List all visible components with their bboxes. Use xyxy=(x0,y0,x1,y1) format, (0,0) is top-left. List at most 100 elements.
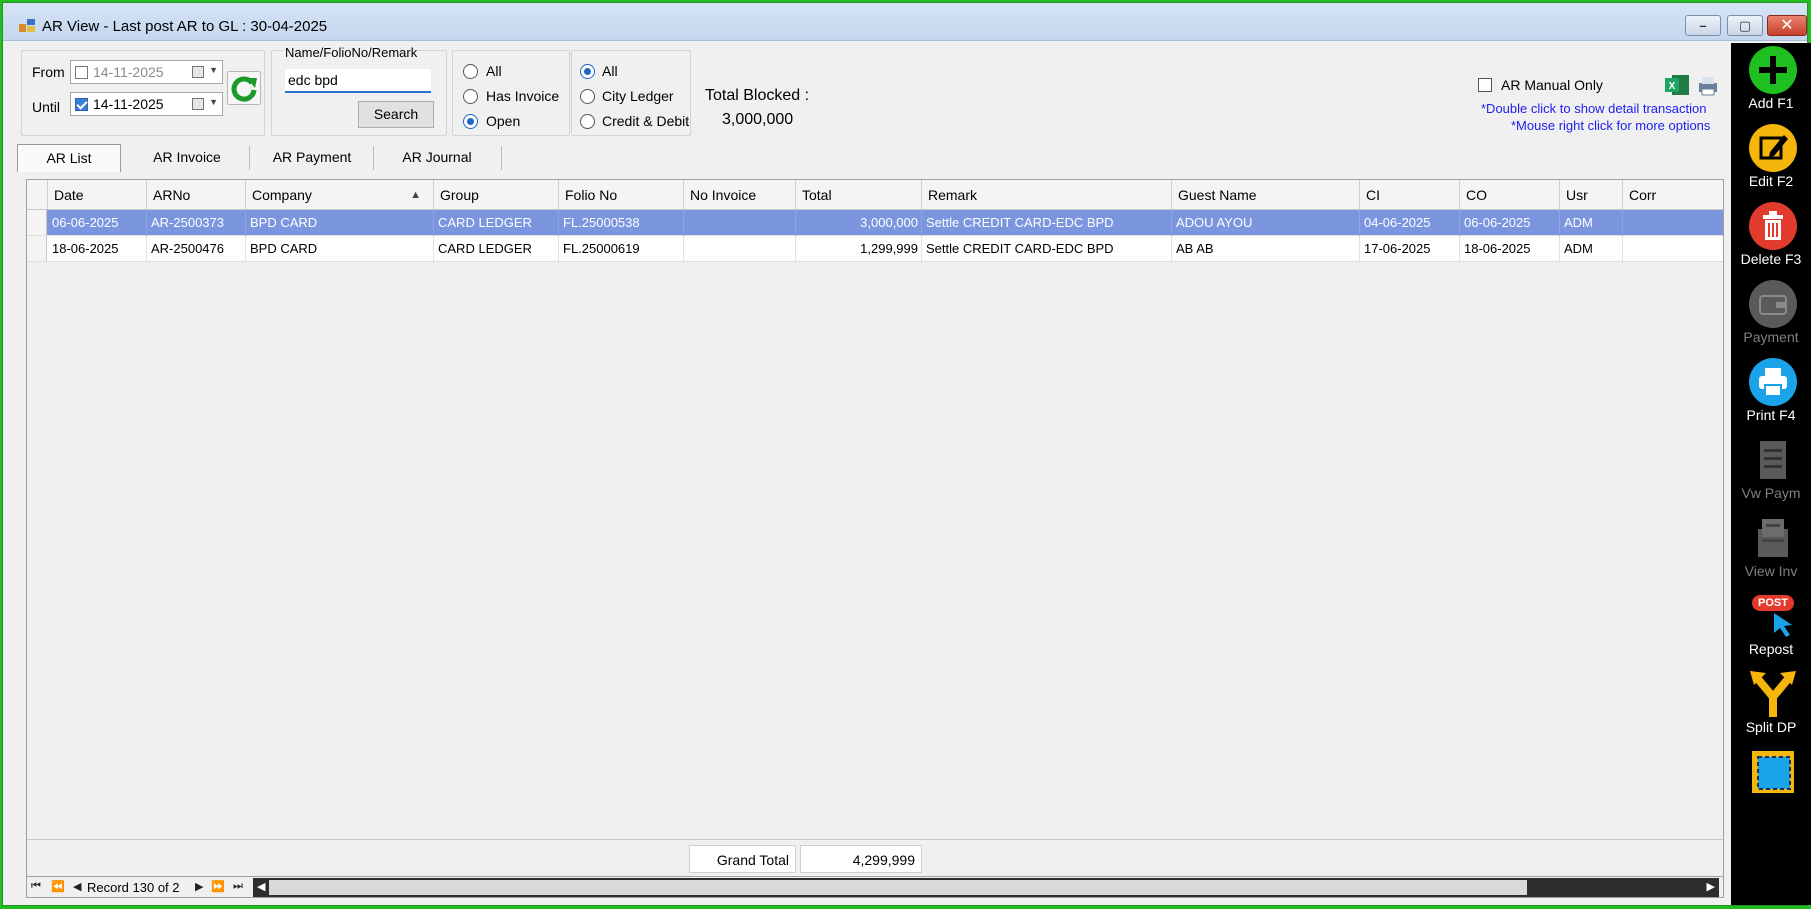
tab-ar-list[interactable]: AR List xyxy=(17,144,121,172)
cell-remark: Settle CREDIT CARD-EDC BPD xyxy=(922,236,1172,262)
col-guest-name[interactable]: Guest Name xyxy=(1172,180,1360,210)
radio-open-label: Open xyxy=(486,113,521,129)
print-button[interactable]: Print F4 xyxy=(1731,357,1811,429)
previous-page-icon[interactable]: ⏪ xyxy=(51,880,65,893)
from-label: From xyxy=(32,64,65,80)
tab-divider xyxy=(501,146,502,170)
close-button[interactable]: ✕ xyxy=(1767,15,1807,36)
print-button-label: Print F4 xyxy=(1746,407,1796,423)
col-folio-no[interactable]: Folio No xyxy=(559,180,684,210)
printer-icon xyxy=(1749,358,1797,406)
cell-total: 1,299,999 xyxy=(796,236,922,262)
split-dp-button[interactable]: Split DP xyxy=(1731,669,1811,741)
scroll-left-icon[interactable]: ◀ xyxy=(257,880,265,893)
add-button[interactable]: Add F1 xyxy=(1731,45,1811,117)
tab-ar-invoice[interactable]: AR Invoice xyxy=(127,144,247,172)
until-label: Until xyxy=(32,99,61,115)
search-button[interactable]: Search xyxy=(358,101,434,128)
grid-body: 06-06-2025 AR-2500373 BPD CARD CARD LEDG… xyxy=(27,210,1723,840)
col-group[interactable]: Group xyxy=(434,180,559,210)
next-page-icon[interactable]: ⏩ xyxy=(211,880,225,893)
grand-total-value: 4,299,999 xyxy=(800,845,922,873)
col-ci[interactable]: CI xyxy=(1360,180,1460,210)
add-button-label: Add F1 xyxy=(1748,95,1794,111)
document-list-icon xyxy=(1760,441,1786,479)
record-position-text: Record 130 of 2 xyxy=(87,880,179,895)
excel-icon[interactable]: X xyxy=(1664,74,1690,96)
edit-button-label: Edit F2 xyxy=(1748,173,1794,189)
col-corr[interactable]: Corr xyxy=(1623,180,1724,210)
post-badge: POST xyxy=(1758,597,1788,609)
cell-ci: 17-06-2025 xyxy=(1360,236,1460,262)
col-co[interactable]: CO xyxy=(1460,180,1560,210)
refresh-button[interactable] xyxy=(227,71,261,105)
until-date-checkbox[interactable] xyxy=(75,98,88,111)
delete-button[interactable]: Delete F3 xyxy=(1731,201,1811,273)
radio-city-ledger[interactable] xyxy=(580,89,595,104)
col-total[interactable]: Total xyxy=(796,180,922,210)
radio-ledger-all[interactable] xyxy=(580,64,595,79)
cell-date: 06-06-2025 xyxy=(48,210,147,236)
radio-has-invoice[interactable] xyxy=(463,89,478,104)
edit-icon xyxy=(1749,124,1797,172)
wallet-icon xyxy=(1749,280,1797,328)
sort-ascending-icon: ▲ xyxy=(410,189,421,201)
cell-company: BPD CARD xyxy=(246,236,434,262)
radio-has-invoice-label: Has Invoice xyxy=(486,88,560,104)
calendar-icon xyxy=(192,98,204,110)
table-row[interactable]: 06-06-2025 AR-2500373 BPD CARD CARD LEDG… xyxy=(27,210,1723,236)
col-remark[interactable]: Remark xyxy=(922,180,1172,210)
svg-text:X: X xyxy=(1669,81,1676,92)
view-payment-button[interactable]: Vw Paym xyxy=(1731,435,1811,507)
cell-co: 06-06-2025 xyxy=(1460,210,1560,236)
col-no-invoice[interactable]: No Invoice xyxy=(684,180,796,210)
from-date-checkbox[interactable] xyxy=(75,66,88,79)
col-company[interactable]: Company ▲ xyxy=(246,180,434,210)
cell-ci: 04-06-2025 xyxy=(1360,210,1460,236)
previous-record-icon[interactable]: ◀ xyxy=(73,880,81,893)
minimize-icon: – xyxy=(1699,18,1707,33)
search-input[interactable]: edc bpd xyxy=(285,69,431,93)
scroll-right-icon[interactable]: ▶ xyxy=(1707,880,1715,893)
col-usr[interactable]: Usr xyxy=(1560,180,1623,210)
cell-no-invoice xyxy=(684,236,796,262)
cell-remark: Settle CREDIT CARD-EDC BPD xyxy=(922,210,1172,236)
repost-button[interactable]: POST Repost xyxy=(1731,591,1811,663)
scrollbar-thumb[interactable] xyxy=(269,880,1527,895)
invoice-icon xyxy=(1758,519,1788,557)
ar-manual-only-checkbox[interactable] xyxy=(1478,78,1492,92)
tab-ar-payment[interactable]: AR Payment xyxy=(253,144,371,172)
row-selector[interactable] xyxy=(27,210,47,235)
radio-open[interactable] xyxy=(463,114,478,129)
tab-ar-journal[interactable]: AR Journal xyxy=(377,144,497,172)
horizontal-scrollbar[interactable]: ◀ ▶ xyxy=(253,878,1719,897)
print-preview-icon[interactable] xyxy=(1695,75,1721,97)
action-toolbar: Add F1 Edit F2 Delete F3 Payment Print F… xyxy=(1731,43,1811,905)
from-date-picker[interactable]: 14-11-2025 ▼ xyxy=(70,60,223,84)
invoice-filter-group: All Has Invoice Open xyxy=(452,50,570,136)
grid-footer: Grand Total 4,299,999 xyxy=(27,839,1723,877)
cell-no-invoice xyxy=(684,210,796,236)
radio-credit-debit[interactable] xyxy=(580,114,595,129)
select-region-button[interactable] xyxy=(1731,747,1811,801)
first-record-icon[interactable]: ⏮ xyxy=(31,880,41,893)
radio-city-ledger-label: City Ledger xyxy=(602,88,674,104)
next-record-icon[interactable]: ▶ xyxy=(195,880,203,893)
minimize-button[interactable]: – xyxy=(1685,15,1721,36)
maximize-button[interactable]: ▢ xyxy=(1727,15,1763,36)
last-record-icon[interactable]: ⏭ xyxy=(233,880,243,893)
table-row[interactable]: 18-06-2025 AR-2500476 BPD CARD CARD LEDG… xyxy=(27,236,1723,262)
cell-usr: ADM xyxy=(1560,236,1623,262)
total-blocked-label: Total Blocked : xyxy=(705,87,810,104)
row-selector[interactable] xyxy=(27,236,47,261)
radio-invoice-all[interactable] xyxy=(463,64,478,79)
payment-button[interactable]: Payment xyxy=(1731,279,1811,351)
view-invoice-button[interactable]: View Inv xyxy=(1731,513,1811,585)
cell-corr xyxy=(1623,210,1724,236)
edit-button[interactable]: Edit F2 xyxy=(1731,123,1811,195)
col-date[interactable]: Date xyxy=(48,180,147,210)
col-arno[interactable]: ARNo xyxy=(147,180,246,210)
refresh-icon xyxy=(231,76,257,102)
date-range-group: From 14-11-2025 ▼ Until 14-11-2025 ▼ xyxy=(21,50,265,136)
until-date-picker[interactable]: 14-11-2025 ▼ xyxy=(70,92,223,116)
